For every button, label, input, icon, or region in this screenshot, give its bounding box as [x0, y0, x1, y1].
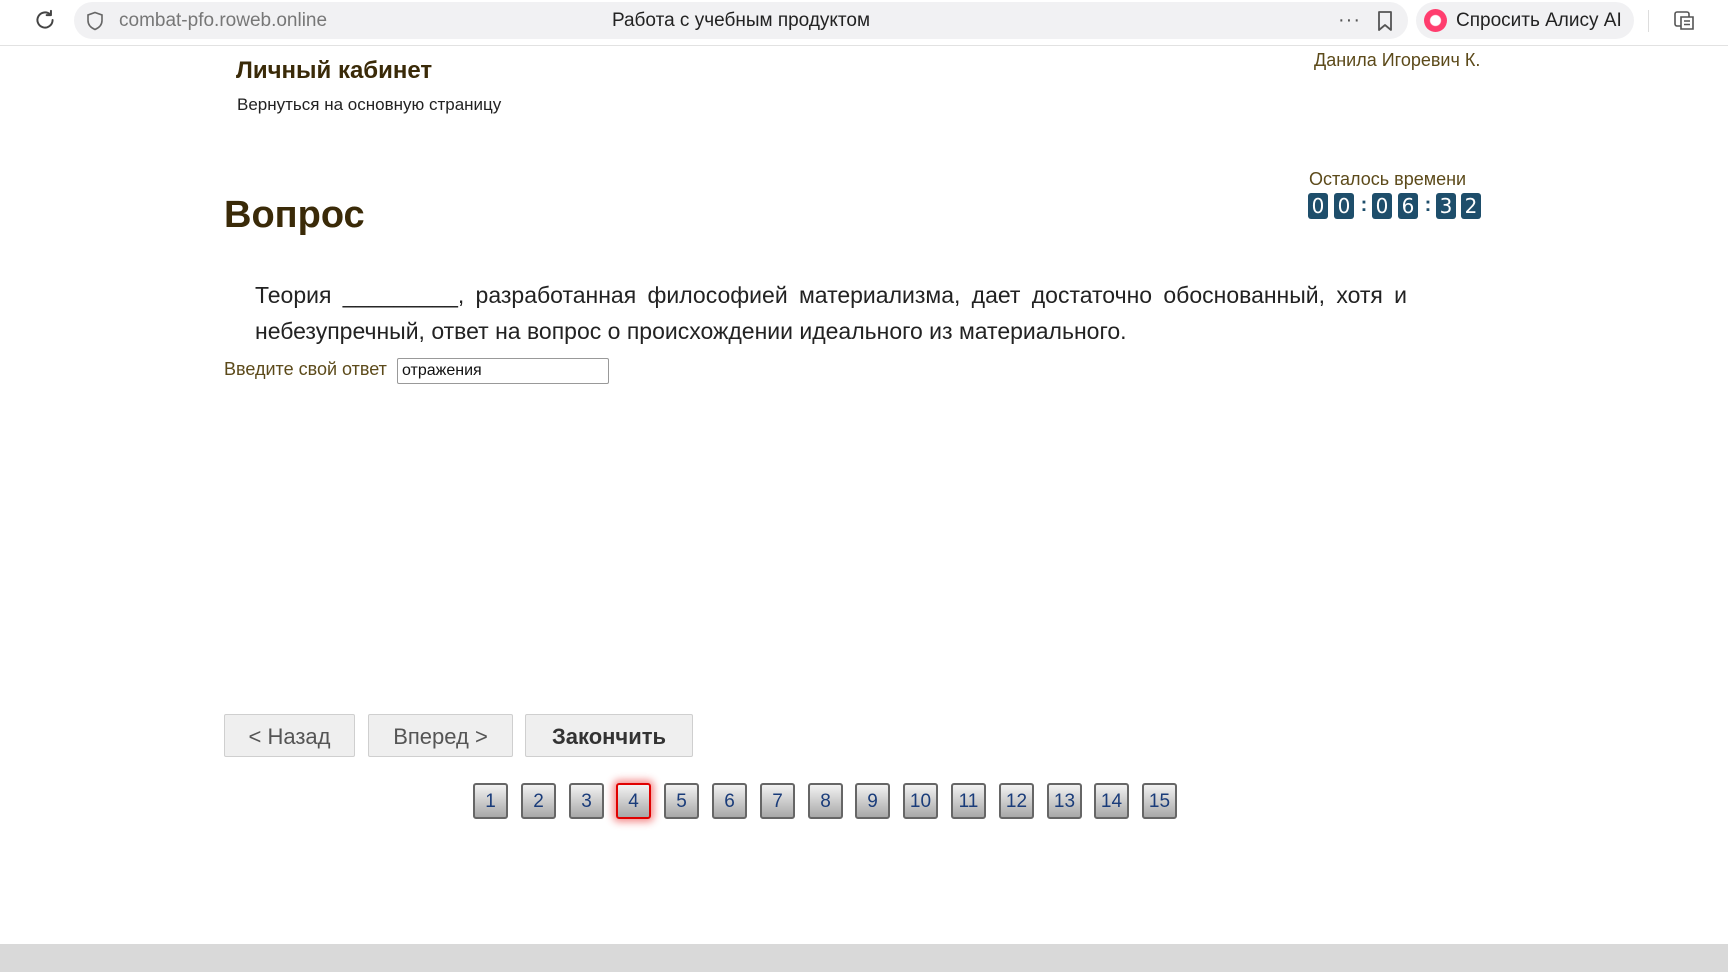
- tab-title: Работа с учебным продуктом: [611, 10, 871, 31]
- back-button[interactable]: < Назад: [224, 714, 355, 757]
- back-to-main-link[interactable]: Вернуться на основную страницу: [237, 95, 501, 115]
- timer-label: Осталось времени: [1309, 169, 1467, 189]
- answer-input[interactable]: [397, 358, 609, 384]
- timer-digit: 0: [1372, 193, 1392, 219]
- question-number-button[interactable]: 12: [999, 783, 1034, 819]
- timer-digit: 6: [1398, 193, 1418, 219]
- question-number-button[interactable]: 7: [760, 783, 795, 819]
- question-number-button[interactable]: 3: [569, 783, 604, 819]
- question-number-button[interactable]: 4: [616, 783, 651, 819]
- alice-icon: [1424, 9, 1447, 32]
- browser-toolbar: combat-pfo.roweb.online Работа с учебным…: [0, 0, 1728, 46]
- question-number-button[interactable]: 5: [664, 783, 699, 819]
- address-bar[interactable]: combat-pfo.roweb.online Работа с учебным…: [74, 2, 1408, 39]
- sidebar-toggle-icon[interactable]: [1672, 8, 1696, 32]
- question-number-button[interactable]: 6: [712, 783, 747, 819]
- alice-label: Спросить Алису AI: [1456, 10, 1622, 31]
- forward-button[interactable]: Вперед >: [368, 714, 513, 757]
- timer-digit: 3: [1436, 193, 1456, 219]
- question-number-button[interactable]: 11: [951, 783, 986, 819]
- timer-separator: :: [1360, 194, 1368, 216]
- timer-digit: 0: [1334, 193, 1354, 219]
- answer-label: Введите свой ответ: [224, 359, 387, 379]
- question-number-button[interactable]: 14: [1094, 783, 1129, 819]
- user-name[interactable]: Данила Игоревич К.: [1314, 50, 1480, 71]
- question-number-button[interactable]: 1: [473, 783, 508, 819]
- question-text: Теория _________, разработанная философи…: [255, 282, 1407, 344]
- question-number-button[interactable]: 9: [855, 783, 890, 819]
- question-number-button[interactable]: 8: [808, 783, 843, 819]
- timer-digit: 2: [1461, 193, 1481, 219]
- bookmark-icon[interactable]: [1376, 10, 1394, 32]
- timer-digit: 0: [1308, 193, 1328, 219]
- more-icon[interactable]: ···: [1338, 9, 1361, 32]
- question-pagination: 1 2 3 4 5 6 7 8 9 10 11 12 13 14 15: [0, 783, 1728, 823]
- question-number-button[interactable]: 15: [1142, 783, 1177, 819]
- toolbar-divider: [1648, 10, 1649, 32]
- question-title: Вопрос: [224, 194, 365, 236]
- question-number-button[interactable]: 2: [521, 783, 556, 819]
- finish-button[interactable]: Закончить: [525, 714, 693, 757]
- question-number-button[interactable]: 13: [1047, 783, 1082, 819]
- timer-separator: :: [1424, 194, 1432, 216]
- question-number-button[interactable]: 10: [903, 783, 938, 819]
- alice-button[interactable]: Спросить Алису AI: [1416, 2, 1634, 39]
- page-bottom-bar: [0, 944, 1728, 972]
- reload-icon[interactable]: [32, 7, 58, 33]
- cabinet-title: Личный кабинет: [236, 57, 433, 84]
